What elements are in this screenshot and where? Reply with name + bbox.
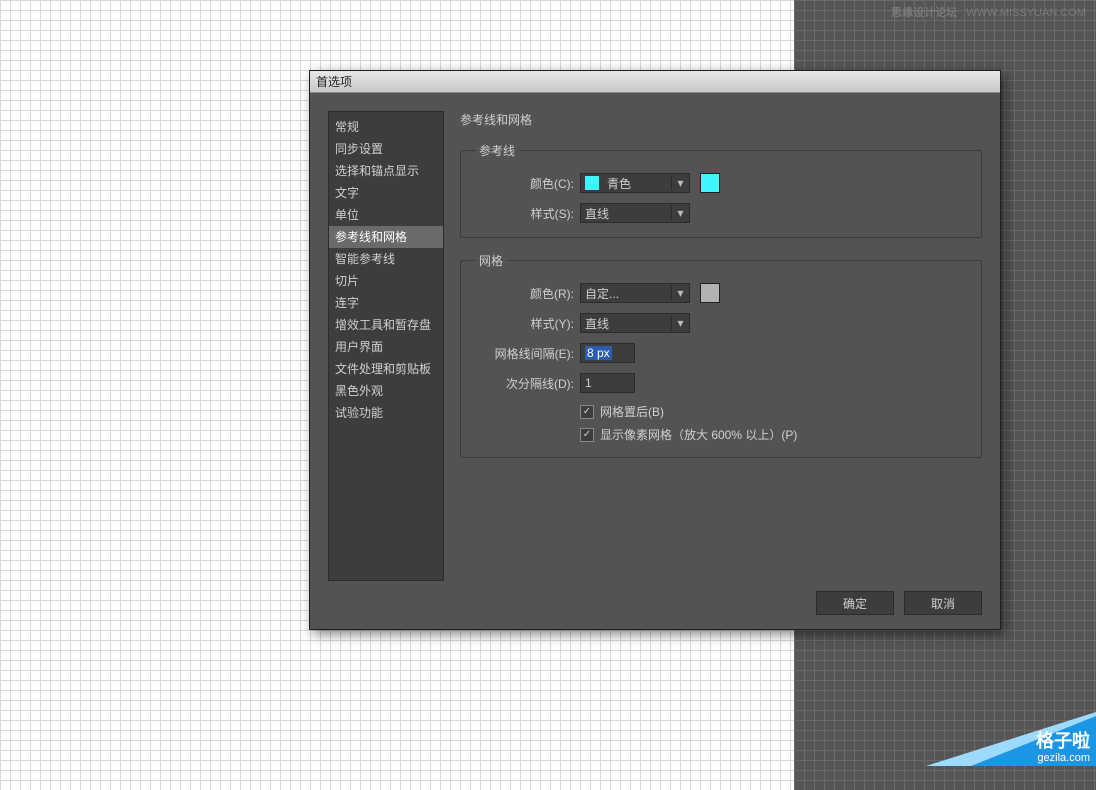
sidebar-item-11[interactable]: 文件处理和剪贴板 (329, 358, 443, 380)
guides-color-swatch[interactable] (700, 173, 720, 193)
grid-subdiv-label: 次分隔线(D): (475, 375, 580, 392)
preferences-dialog: 首选项 常规同步设置选择和锚点显示文字单位参考线和网格智能参考线切片连字增效工具… (309, 70, 1001, 630)
sidebar-item-6[interactable]: 智能参考线 (329, 248, 443, 270)
sidebar-item-12[interactable]: 黑色外观 (329, 380, 443, 402)
grid-group: 网格 颜色(R): 自定... ▾ 样式(Y): 直线 ▾ (460, 252, 982, 458)
panel-title: 参考线和网格 (460, 111, 982, 128)
dialog-title: 首选项 (316, 75, 352, 89)
grid-legend: 网格 (475, 252, 507, 269)
grid-subdiv-value: 1 (585, 376, 592, 390)
watermark-ribbon: 格子啦 gezila.com (896, 702, 1096, 766)
ok-button[interactable]: 确定 (816, 591, 894, 615)
grid-style-label: 样式(Y): (475, 315, 580, 332)
guides-color-select[interactable]: 青色 ▾ (580, 173, 690, 193)
grid-color-label: 颜色(R): (475, 285, 580, 302)
grid-color-select[interactable]: 自定... ▾ (580, 283, 690, 303)
dialog-titlebar[interactable]: 首选项 (310, 71, 1000, 93)
sidebar-item-8[interactable]: 连字 (329, 292, 443, 314)
chevron-down-icon: ▾ (671, 176, 689, 190)
chevron-down-icon: ▾ (671, 206, 689, 220)
sidebar-item-13[interactable]: 试验功能 (329, 402, 443, 424)
watermark-top-name: 思缘设计论坛 (891, 7, 957, 19)
grid-style-value: 直线 (581, 315, 671, 332)
guides-color-swatch-in (585, 176, 599, 190)
grid-style-select[interactable]: 直线 ▾ (580, 313, 690, 333)
guides-color-value: 青色 (603, 175, 671, 192)
ok-button-label: 确定 (843, 595, 867, 612)
watermark-top-url: WWW.MISSYUAN.COM (966, 7, 1086, 19)
chevron-down-icon: ▾ (671, 316, 689, 330)
sidebar-item-2[interactable]: 选择和锚点显示 (329, 160, 443, 182)
chevron-down-icon: ▾ (671, 286, 689, 300)
dialog-button-row: 确定 取消 (328, 591, 982, 615)
grid-color-swatch[interactable] (700, 283, 720, 303)
sidebar-item-3[interactable]: 文字 (329, 182, 443, 204)
pixel-grid-label: 显示像素网格（放大 600% 以上）(P) (600, 426, 797, 443)
grid-color-value: 自定... (581, 285, 671, 302)
guides-style-label: 样式(S): (475, 205, 580, 222)
cancel-button[interactable]: 取消 (904, 591, 982, 615)
grid-spacing-value: 8 px (585, 346, 612, 360)
sidebar-item-5[interactable]: 参考线和网格 (329, 226, 443, 248)
grid-behind-checkbox[interactable]: ✓ (580, 405, 594, 419)
cancel-button-label: 取消 (931, 595, 955, 612)
guides-style-select[interactable]: 直线 ▾ (580, 203, 690, 223)
grid-subdiv-input[interactable]: 1 (580, 373, 635, 393)
guides-style-value: 直线 (581, 205, 671, 222)
watermark-bottom-name: 格子啦 (1036, 732, 1090, 752)
grid-spacing-input[interactable]: 8 px (580, 343, 635, 363)
sidebar-item-7[interactable]: 切片 (329, 270, 443, 292)
watermark-top: 思缘设计论坛 WWW.MISSYUAN.COM (891, 4, 1086, 20)
grid-behind-label: 网格置后(B) (600, 403, 664, 420)
sidebar-item-10[interactable]: 用户界面 (329, 336, 443, 358)
guides-color-label: 颜色(C): (475, 175, 580, 192)
sidebar-item-4[interactable]: 单位 (329, 204, 443, 226)
guides-group: 参考线 颜色(C): 青色 ▾ 样式(S): 直线 (460, 142, 982, 238)
sidebar-item-9[interactable]: 增效工具和暂存盘 (329, 314, 443, 336)
guides-legend: 参考线 (475, 142, 519, 159)
preferences-content: 参考线和网格 参考线 颜色(C): 青色 ▾ 样式(S): (444, 111, 982, 581)
watermark-bottom-url: gezila.com (1036, 752, 1090, 764)
grid-spacing-label: 网格线间隔(E): (475, 345, 580, 362)
sidebar-item-1[interactable]: 同步设置 (329, 138, 443, 160)
sidebar-item-0[interactable]: 常规 (329, 116, 443, 138)
preferences-sidebar: 常规同步设置选择和锚点显示文字单位参考线和网格智能参考线切片连字增效工具和暂存盘… (328, 111, 444, 581)
pixel-grid-checkbox[interactable]: ✓ (580, 428, 594, 442)
